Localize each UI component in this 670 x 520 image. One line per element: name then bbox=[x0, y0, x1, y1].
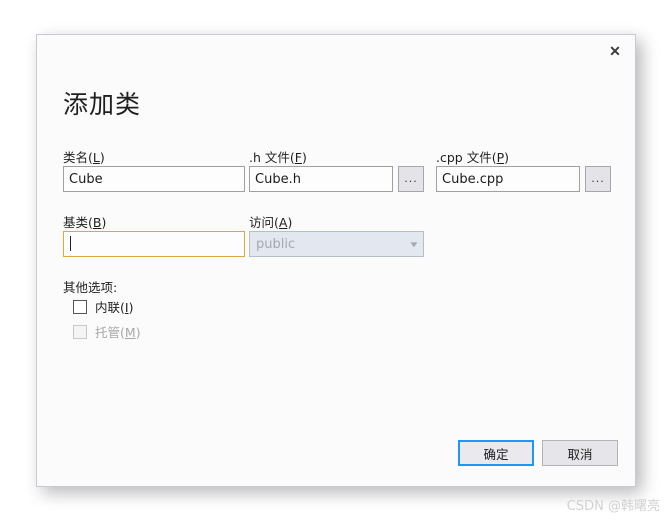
checkbox-inline-label: 内联(I) bbox=[95, 300, 134, 315]
header-file-browse-button[interactable]: ... bbox=[398, 166, 424, 192]
class-name-input[interactable] bbox=[63, 166, 245, 192]
class-name-label: 类名(L) bbox=[63, 150, 105, 165]
cpp-file-browse-button[interactable]: ... bbox=[585, 166, 611, 192]
base-class-label: 基类(B) bbox=[63, 215, 107, 230]
access-dropdown[interactable]: public ▼ bbox=[249, 231, 424, 257]
cpp-file-input[interactable] bbox=[436, 166, 580, 192]
watermark: CSDN @韩曙亮 bbox=[566, 499, 660, 514]
header-file-label: .h 文件(F) bbox=[249, 150, 307, 165]
header-file-input[interactable] bbox=[249, 166, 393, 192]
add-class-dialog: ✕ 添加类 类名(L) .h 文件(F) ... .cpp 文件(P) ... … bbox=[36, 34, 636, 487]
other-options-label: 其他选项: bbox=[63, 280, 118, 295]
checkbox-inline[interactable]: 内联(I) bbox=[73, 297, 133, 316]
cancel-button[interactable]: 取消 bbox=[542, 440, 618, 466]
add-class-form: 类名(L) .h 文件(F) ... .cpp 文件(P) ... 基类(B) … bbox=[37, 35, 635, 486]
access-dropdown-value: public bbox=[256, 236, 296, 252]
chevron-down-icon: ▼ bbox=[408, 239, 420, 249]
checkbox-box-icon bbox=[73, 299, 87, 314]
text-caret bbox=[70, 236, 71, 251]
checkbox-managed: 托管(M) bbox=[73, 322, 141, 341]
cpp-file-label: .cpp 文件(P) bbox=[436, 150, 510, 165]
ok-button[interactable]: 确定 bbox=[458, 440, 534, 466]
checkbox-box-icon bbox=[73, 324, 87, 339]
access-label: 访问(A) bbox=[249, 215, 293, 230]
base-class-input[interactable] bbox=[63, 231, 245, 257]
checkbox-managed-label: 托管(M) bbox=[95, 325, 141, 340]
